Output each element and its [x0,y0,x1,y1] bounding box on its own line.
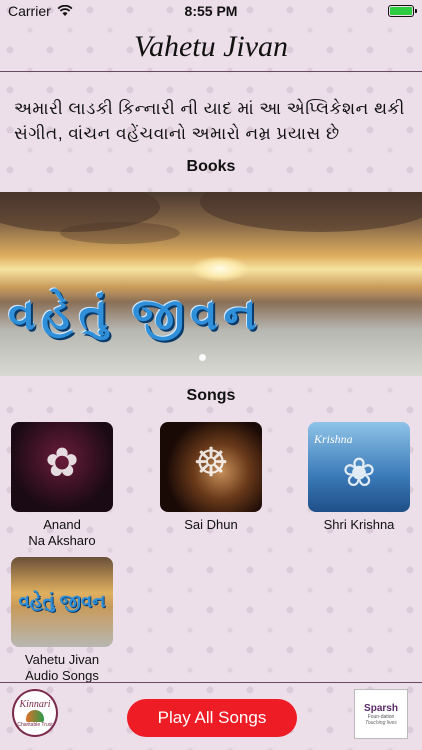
sparsh-foundation-logo[interactable]: Sparsh Foun-dation Touching lives [354,689,408,739]
song-album-shri-krishna[interactable]: Krishna ❀ Shri Krishna [307,422,411,533]
songs-heading: Songs [186,387,236,404]
song-album-vahetu-jivan[interactable]: વહેતું જીવન Vahetu Jivan Audio Songs [10,557,114,684]
carrier-label: Carrier [8,3,51,19]
kinnari-trust-logo[interactable]: Kinnari Charitable Trust [12,689,58,737]
song-label: Vahetu Jivan Audio Songs [24,652,100,683]
song-label: Sai Dhun [184,517,238,532]
page-title: Vahetu Jivan [133,29,289,63]
sai-baba-image: ☸ [160,422,262,512]
vahetu-jivan-image: વહેતું જીવન [11,557,113,647]
status-bar: Carrier 8:55 PM [0,0,422,22]
song-album-anand[interactable]: ✿ Anand Na Aksharo [10,422,114,549]
thumb-caption: Krishna [314,432,353,446]
page-indicator-dot[interactable] [199,354,206,361]
radha-krishna-image: ✿ [11,422,113,512]
song-label: Anand Na Aksharo [28,517,96,548]
krishna-image: Krishna ❀ [308,422,410,512]
song-label: Shri Krishna [323,517,395,532]
wifi-icon [57,5,73,16]
battery-icon [388,5,417,17]
books-heading: Books [186,158,236,175]
hands-icon [26,709,44,722]
books-banner[interactable]: વહેતું જીવન [0,192,422,376]
thumb-caption: વહેતું જીવન [18,591,106,611]
sun-image [190,256,250,282]
nav-bar: Vahetu Jivan [0,22,422,72]
song-album-sai-dhun[interactable]: ☸ Sai Dhun [159,422,263,533]
play-all-songs-button[interactable]: Play All Songs [127,699,297,737]
intro-text: અમારી લાડકી કિન્નારી ની યાદ માં આ એપ્લિક… [14,99,405,143]
footer-bar: Kinnari Charitable Trust Play All Songs … [0,682,422,750]
banner-title: વહેતું જીવન [8,290,263,339]
